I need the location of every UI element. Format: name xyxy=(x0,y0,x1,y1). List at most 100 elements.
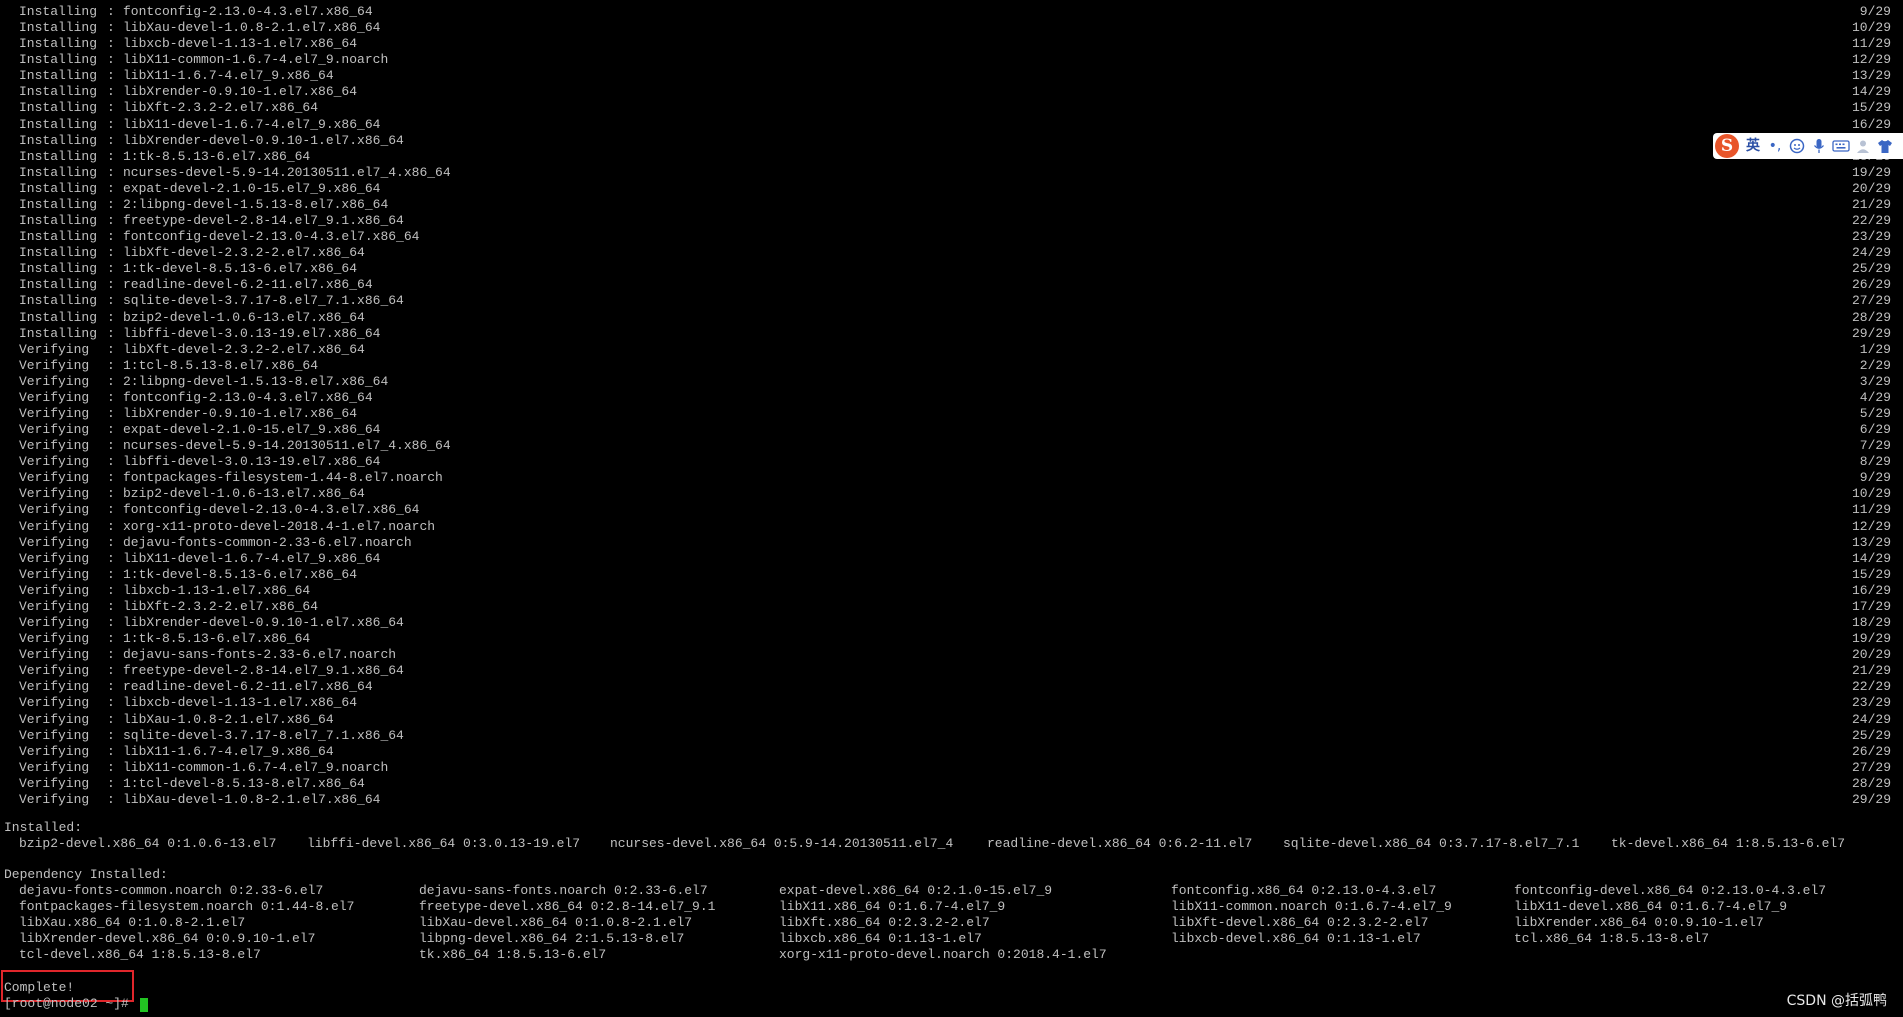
package-name: fontconfig-devel-2.13.0-4.3.el7.x86_64 xyxy=(123,229,420,245)
package-name: expat-devel-2.1.0-15.el7_9.x86_64 xyxy=(123,180,381,196)
package-name: libXrender-0.9.10-1.el7.x86_64 xyxy=(123,406,358,421)
separator: : xyxy=(107,711,115,727)
package-name: 1:tcl-devel-8.5.13-8.el7.x86_64 xyxy=(123,775,365,791)
package-name: libxcb-1.13-1.el7.x86_64 xyxy=(123,582,311,598)
transaction-action: Verifying xyxy=(19,727,90,743)
separator: : xyxy=(107,261,115,277)
package-name: 1:tk-devel-8.5.13-6.el7.x86_64 xyxy=(123,261,358,277)
transaction-line: Installing: expat-devel-2.1.0-15.el7_9.x8… xyxy=(0,181,1903,197)
language-toggle-button[interactable]: 英 xyxy=(1743,135,1763,157)
transaction-line: Verifying: readline-devel-6.2-11.el7.x86_… xyxy=(0,679,1903,695)
transaction-action: Installing xyxy=(19,132,98,148)
transaction-action: Installing xyxy=(19,293,98,309)
package-name: libX11-devel-1.6.7-4.el7_9.x86_64 xyxy=(123,550,381,566)
separator: : xyxy=(107,245,115,261)
transaction-line: Verifying:2:libpng-devel-1.5.13-8.el7.x8… xyxy=(0,374,1903,390)
separator: : xyxy=(107,534,115,550)
separator: : xyxy=(107,438,115,454)
transaction-progress: 1/29 xyxy=(1859,341,1891,357)
punctuation-toggle-button[interactable]: •, xyxy=(1765,135,1785,157)
separator: : xyxy=(107,775,115,791)
transaction-line: Verifying: libxcb-devel-1.13-1.el7.x86_64… xyxy=(0,695,1903,711)
transaction-progress: 9/29 xyxy=(1859,470,1891,486)
installed-package: bzip2-devel.x86_64 0:1.0.6-13.el7 xyxy=(19,836,277,851)
transaction-line: Verifying: libXrender-0.9.10-1.el7.x86_64… xyxy=(0,406,1903,422)
separator: : xyxy=(107,277,115,293)
microphone-icon[interactable] xyxy=(1809,135,1829,157)
package-name: xorg-x11-proto-devel-2018.4-1.el7.noarch xyxy=(123,518,436,534)
package-name: dejavu-fonts-common-2.33-6.el7.noarch xyxy=(123,534,412,550)
separator: : xyxy=(107,759,115,775)
transaction-line: Installing: libXau-devel-1.0.8-2.1.el7.x8… xyxy=(0,20,1903,36)
transaction-progress: 22/29 xyxy=(1851,213,1891,229)
transaction-action: Verifying xyxy=(19,775,90,791)
dependency-package: libX11-devel.x86_64 0:1.6.7-4.el7_9 xyxy=(1514,899,1788,915)
separator: : xyxy=(107,68,115,84)
dependency-package: libXau.x86_64 0:1.0.8-2.1.el7 xyxy=(19,915,246,931)
transaction-action: Installing xyxy=(19,52,98,68)
keyboard-icon[interactable] xyxy=(1831,135,1851,157)
transaction-line: Verifying: dejavu-sans-fonts-2.33-6.el7.n… xyxy=(0,647,1903,663)
transaction-line: Installing: sqlite-devel-3.7.17-8.el7_7.1… xyxy=(0,293,1903,309)
transaction-action: Verifying xyxy=(19,389,90,405)
transaction-action: Installing xyxy=(19,325,98,341)
package-name: libXrender-devel-0.9.10-1.el7.x86_64 xyxy=(123,132,404,148)
package-name: fontconfig-devel-2.13.0-4.3.el7.x86_64 xyxy=(123,502,420,518)
package-name: 1:tcl-8.5.13-8.el7.x86_64 xyxy=(123,357,319,373)
transaction-action: Installing xyxy=(19,164,98,180)
separator: : xyxy=(107,663,115,679)
transaction-action: Verifying xyxy=(19,470,90,486)
ime-toolbar[interactable]: S 英 •, xyxy=(1713,133,1903,159)
separator: : xyxy=(107,164,115,180)
complete-message: Complete! xyxy=(4,980,75,995)
transaction-line: Verifying: libX11-devel-1.6.7-4.el7_9.x86… xyxy=(0,551,1903,567)
transaction-action: Verifying xyxy=(19,598,90,614)
transaction-progress: 19/29 xyxy=(1851,164,1891,180)
separator: : xyxy=(107,582,115,598)
separator: : xyxy=(107,679,115,695)
transaction-action: Verifying xyxy=(19,791,90,807)
user-icon[interactable] xyxy=(1853,135,1873,157)
dependency-package: libXft.x86_64 0:2.3.2-2.el7 xyxy=(779,915,990,931)
transaction-progress: 25/29 xyxy=(1851,261,1891,277)
transaction-progress: 20/29 xyxy=(1851,180,1891,196)
skin-icon[interactable] xyxy=(1875,135,1895,157)
transaction-action: Installing xyxy=(19,100,98,116)
package-name: readline-devel-6.2-11.el7.x86_64 xyxy=(123,679,373,695)
package-name: ncurses-devel-5.9-14.20130511.el7_4.x86_… xyxy=(123,164,451,180)
separator: : xyxy=(107,695,115,711)
separator: : xyxy=(107,4,115,19)
transaction-progress: 24/29 xyxy=(1851,245,1891,261)
transaction-line: Verifying:1:tk-devel-8.5.13-6.el7.x86_64… xyxy=(0,567,1903,583)
transaction-progress: 6/29 xyxy=(1859,422,1891,438)
sogou-logo-icon[interactable]: S xyxy=(1715,134,1739,158)
separator: : xyxy=(107,341,115,357)
transaction-progress: 2/29 xyxy=(1859,357,1891,373)
installed-package: ncurses-devel.x86_64 0:5.9-14.20130511.e… xyxy=(610,836,954,851)
dependency-package: libXau-devel.x86_64 0:1.0.8-2.1.el7 xyxy=(419,915,693,931)
emoji-icon[interactable] xyxy=(1787,135,1807,157)
transaction-progress: 13/29 xyxy=(1851,68,1891,84)
package-name: libX11-1.6.7-4.el7_9.x86_64 xyxy=(123,743,334,759)
transaction-action: Verifying xyxy=(19,566,90,582)
shell-prompt[interactable]: [root@node02 ~]# xyxy=(4,996,137,1012)
separator: : xyxy=(107,180,115,196)
transaction-progress: 21/29 xyxy=(1851,196,1891,212)
transaction-progress: 8/29 xyxy=(1859,454,1891,470)
terminal-window[interactable]: Installing: fontconfig-2.13.0-4.3.el7.x86… xyxy=(0,0,1903,1017)
transaction-action: Installing xyxy=(19,196,98,212)
transaction-line: Verifying: fontconfig-devel-2.13.0-4.3.el… xyxy=(0,502,1903,518)
transaction-progress: 15/29 xyxy=(1851,566,1891,582)
dependency-package: expat-devel.x86_64 0:2.1.0-15.el7_9 xyxy=(779,883,1053,898)
separator: : xyxy=(107,229,115,245)
separator: : xyxy=(107,213,115,229)
separator: : xyxy=(107,454,115,470)
transaction-line: Installing:2:libpng-devel-1.5.13-8.el7.x… xyxy=(0,197,1903,213)
transaction-action: Installing xyxy=(19,68,98,84)
transaction-action: Installing xyxy=(19,245,98,261)
transaction-action: Verifying xyxy=(19,647,90,663)
package-name: libX11-1.6.7-4.el7_9.x86_64 xyxy=(123,68,334,84)
transaction-action: Verifying xyxy=(19,357,90,373)
transaction-progress: 13/29 xyxy=(1851,534,1891,550)
transaction-line: Installing: libX11-common-1.6.7-4.el7_9.n… xyxy=(0,52,1903,68)
